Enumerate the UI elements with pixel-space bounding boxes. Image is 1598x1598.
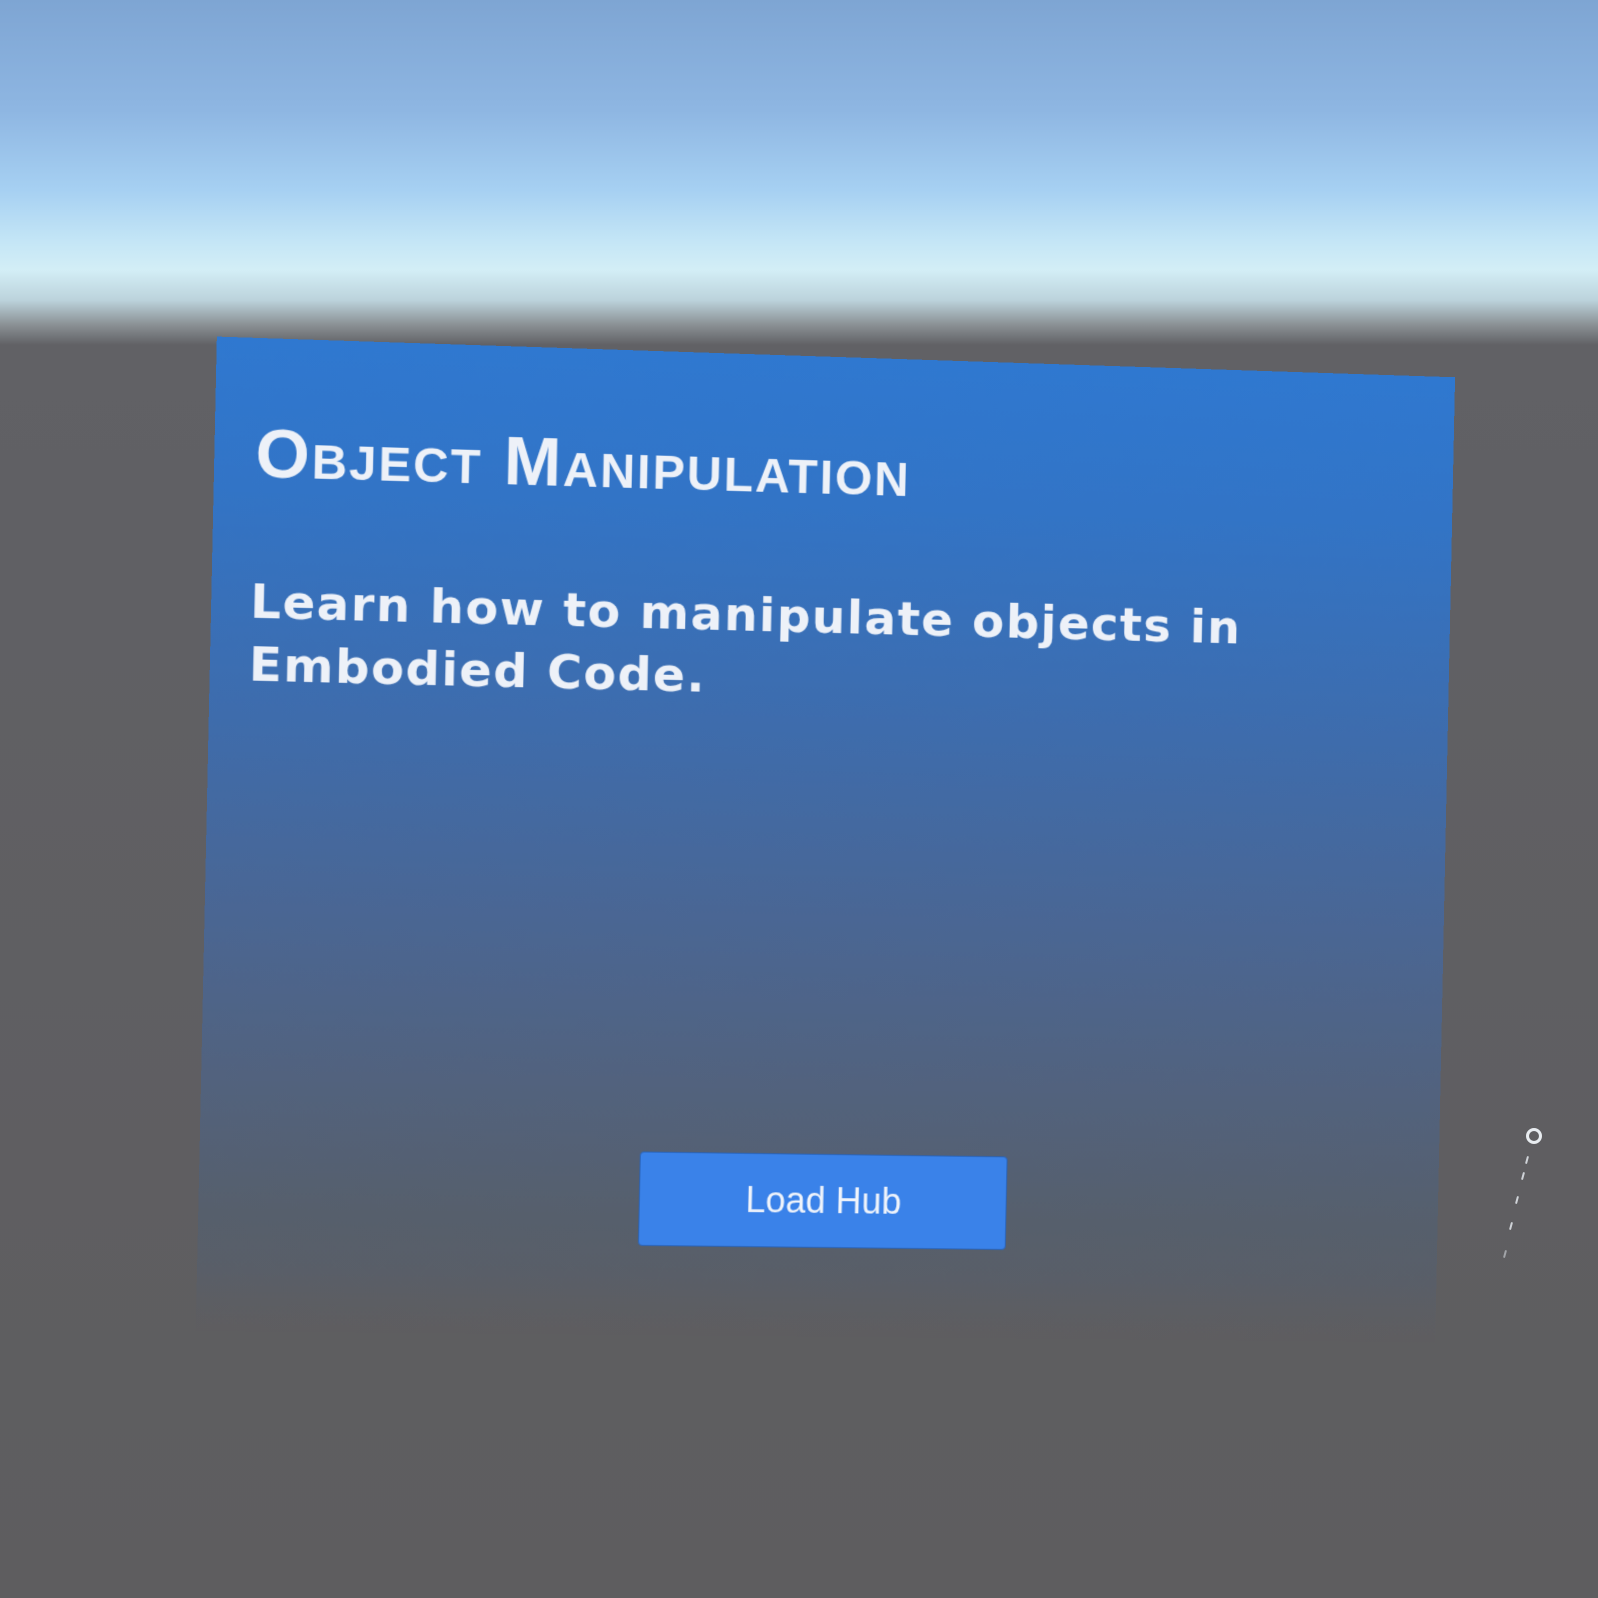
tutorial-panel: Object Manipulation Learn how to manipul… bbox=[195, 336, 1456, 1343]
panel-description: Learn how to manipulate objects in Embod… bbox=[248, 574, 1243, 704]
controller-pointer-icon bbox=[1500, 1128, 1550, 1268]
pointer-ray-segment bbox=[1502, 1249, 1508, 1259]
pointer-ray-segment bbox=[1508, 1221, 1514, 1231]
load-hub-button[interactable]: Load Hub bbox=[637, 1151, 1008, 1251]
panel-title: Object Manipulation bbox=[254, 414, 912, 512]
pointer-ray-segment bbox=[1520, 1171, 1526, 1181]
pointer-ring-icon bbox=[1526, 1128, 1542, 1144]
pointer-ray-segment bbox=[1514, 1195, 1520, 1205]
vr-scene: Object Manipulation Learn how to manipul… bbox=[0, 0, 1598, 1598]
pointer-ray-segment bbox=[1524, 1155, 1530, 1165]
